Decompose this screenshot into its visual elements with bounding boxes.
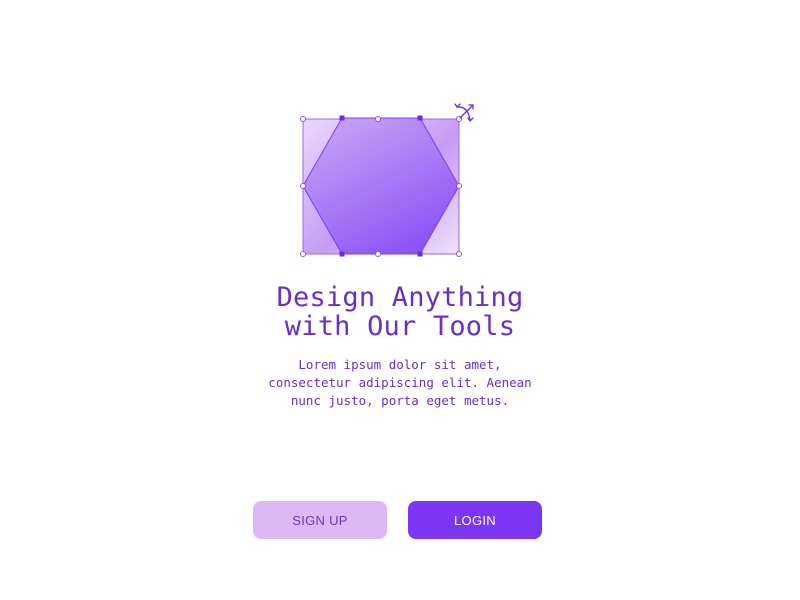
hexagon-shape-editor-illustration [300,103,474,257]
resize-handle[interactable] [375,251,381,257]
page-title: Design Anything with Our Tools [0,283,800,341]
resize-handle[interactable] [300,183,306,189]
description-text: Lorem ipsum dolor sit amet, consectetur … [0,356,800,410]
description-line2: consectetur adipiscing elit. Aenean [268,375,532,390]
resize-handle[interactable] [456,251,462,257]
vertex-handle[interactable] [339,115,345,121]
description-line3: nunc justo, porta eget metus. [290,393,510,408]
onboarding-screen: Design Anything with Our Tools Lorem ips… [0,0,800,600]
resize-handle[interactable] [300,251,306,257]
page-title-line1: Design Anything [276,282,524,313]
vertex-handle[interactable] [417,251,423,257]
resize-handle[interactable] [300,116,306,122]
login-button[interactable]: LOGIN [408,501,542,539]
resize-handle[interactable] [456,183,462,189]
page-title-line2: with Our Tools [284,311,516,342]
vertex-handle[interactable] [339,251,345,257]
description-line1: Lorem ipsum dolor sit amet, [298,357,502,372]
vertex-handle[interactable] [417,115,423,121]
sign-up-button[interactable]: SIGN UP [253,501,387,539]
resize-handle[interactable] [375,116,381,122]
